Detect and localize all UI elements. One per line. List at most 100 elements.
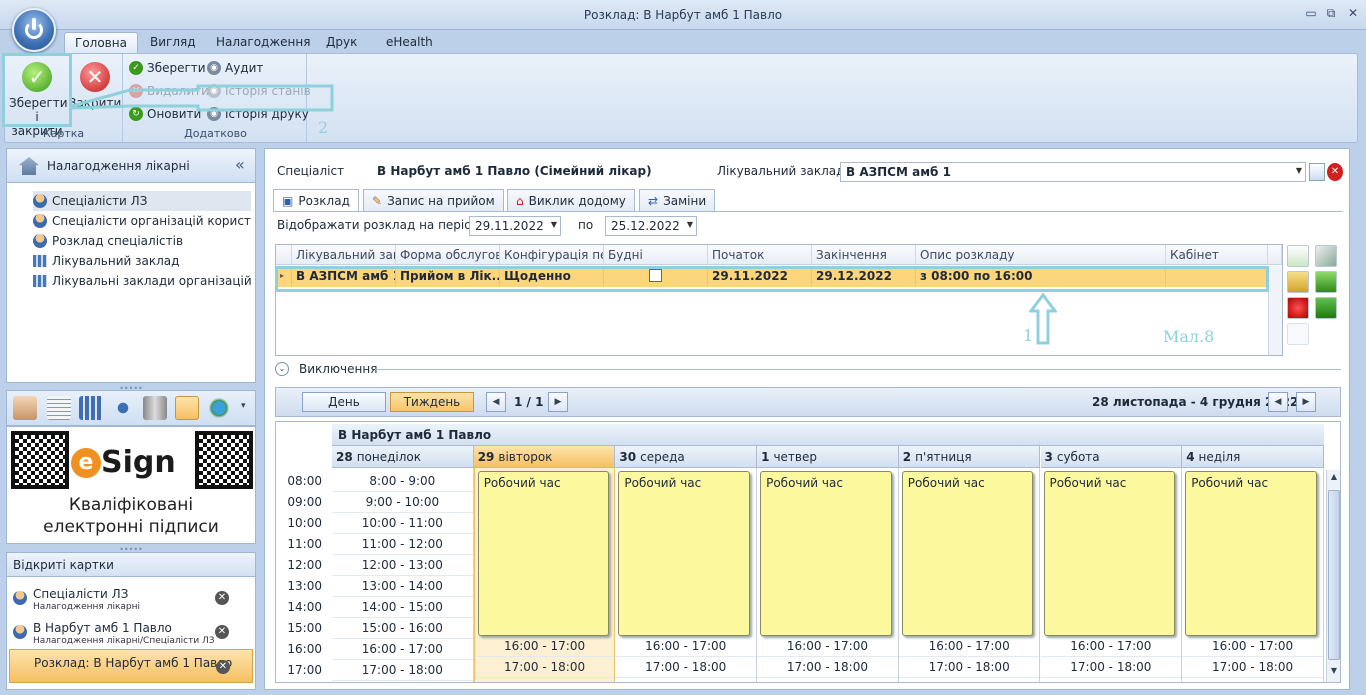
prev-week-button[interactable]: ◀ xyxy=(1268,392,1288,412)
day-column[interactable]: Робочий час 16:00 - 17:00 17:00 - 18:00 xyxy=(898,468,1041,682)
day-column[interactable]: Робочий час 16:00 - 17:00 17:00 - 18:00 xyxy=(757,468,899,682)
time-slot[interactable]: 17:00 - 18:00 xyxy=(1182,657,1323,678)
date-to-picker[interactable]: 25.12.2022 ▼ xyxy=(605,216,697,236)
scroll-down-icon[interactable]: ▼ xyxy=(1328,666,1340,680)
day-column[interactable]: Робочий час 16:00 - 17:00 17:00 - 18:00 xyxy=(473,468,616,682)
collapse-button[interactable]: « xyxy=(235,155,245,174)
col-facility[interactable]: Лікувальний закл xyxy=(292,245,396,265)
tools-icon[interactable] xyxy=(1315,245,1337,267)
time-slot[interactable]: 11:00 - 12:00 xyxy=(332,534,473,555)
day-column[interactable]: Робочий час 16:00 - 17:00 17:00 - 18:00 xyxy=(615,468,758,682)
working-time-block[interactable]: Робочий час xyxy=(760,471,892,636)
books-icon[interactable] xyxy=(143,396,167,420)
prev-page-button[interactable]: ◀ xyxy=(486,392,506,412)
expand-icon[interactable]: ⌄ xyxy=(275,362,289,376)
col-room[interactable]: Кабінет xyxy=(1166,245,1268,265)
working-time-block[interactable]: Робочий час xyxy=(1185,471,1317,636)
day-column[interactable]: Робочий час 16:00 - 17:00 17:00 - 18:00 xyxy=(1040,468,1183,682)
day-header[interactable]: 28 понеділок xyxy=(332,446,474,468)
time-slot[interactable]: 16:00 - 17:00 xyxy=(1182,636,1323,657)
tab-settings[interactable]: Налагодження xyxy=(206,32,320,54)
day-header[interactable]: 4 неділя xyxy=(1182,446,1324,468)
tab-home[interactable]: Головна xyxy=(64,32,138,54)
facility-combo[interactable]: В АЗПСМ амб 1 ▼ xyxy=(840,162,1306,182)
col-description[interactable]: Опис розкладу xyxy=(916,245,1166,265)
day-column[interactable]: 8:00 - 9:00 9:00 - 10:00 10:00 - 11:00 11:0… xyxy=(332,468,474,682)
col-config[interactable]: Конфігурація пер xyxy=(500,245,604,265)
open-facility-icon[interactable] xyxy=(1309,163,1325,181)
flag-icon[interactable] xyxy=(1315,297,1337,319)
open-card-active[interactable]: Розклад: В Нарбут амб 1 Павло ✕ xyxy=(9,649,253,683)
audit-button[interactable]: ◉ Аудит xyxy=(207,58,263,78)
globe-icon[interactable] xyxy=(207,396,231,420)
time-slot[interactable]: 17:00 - 18:00 xyxy=(615,657,757,678)
nav-item-org-specialists[interactable]: Спеціалісти організацій користувач xyxy=(33,211,251,231)
scroll-thumb[interactable] xyxy=(1328,490,1340,660)
next-page-button[interactable]: ▶ xyxy=(548,392,568,412)
working-time-block[interactable]: Робочий час xyxy=(618,471,751,636)
date-from-picker[interactable]: 29.11.2022 ▼ xyxy=(469,216,561,236)
next-week-button[interactable]: ▶ xyxy=(1296,392,1316,412)
time-slot[interactable]: 17:00 - 18:00 xyxy=(474,657,615,678)
nav-item-org-facilities[interactable]: Лікувальні заклади організацій кор xyxy=(33,271,251,291)
exclusions-section[interactable]: ⌄ Виключення xyxy=(275,361,1341,379)
time-slot[interactable]: 14:00 - 15:00 xyxy=(332,597,473,618)
col-form[interactable]: Форма обслугову xyxy=(396,245,500,265)
app-menu-button[interactable] xyxy=(12,8,56,52)
document-icon[interactable] xyxy=(1287,323,1309,345)
day-header[interactable]: 1 четвер xyxy=(757,446,899,468)
tab-home-visit[interactable]: ⌂ Виклик додому xyxy=(507,189,635,211)
delete-row-icon[interactable] xyxy=(1287,297,1309,319)
time-slot[interactable]: 9:00 - 10:00 xyxy=(332,492,473,513)
copy-icon[interactable] xyxy=(1287,271,1309,293)
time-slot[interactable]: 12:00 - 13:00 xyxy=(332,555,473,576)
day-view-button[interactable]: День xyxy=(302,392,386,412)
time-slot[interactable]: 8:00 - 9:00 xyxy=(332,471,473,492)
col-end[interactable]: Закінчення xyxy=(812,245,916,265)
scroll-up-icon[interactable]: ▲ xyxy=(1328,472,1340,486)
time-slot[interactable]: 15:00 - 16:00 xyxy=(332,618,473,639)
grid-icon[interactable] xyxy=(79,396,103,420)
tab-schedule[interactable]: ▣ Розклад xyxy=(273,189,359,212)
time-slot[interactable]: 16:00 - 17:00 xyxy=(898,636,1040,657)
time-slot[interactable]: 10:00 - 11:00 xyxy=(332,513,473,534)
time-slot[interactable]: 16:00 - 17:00 xyxy=(474,636,615,657)
nav-item-schedule[interactable]: Розклад спеціалістів xyxy=(33,231,251,251)
working-time-block[interactable]: Робочий час xyxy=(901,471,1034,636)
time-slot[interactable]: 17:00 - 18:00 xyxy=(1040,657,1182,678)
splitter[interactable]: ••••• xyxy=(6,545,256,554)
day-column[interactable]: Робочий час 16:00 - 17:00 17:00 - 18:00 xyxy=(1182,468,1324,682)
time-slot[interactable]: 16:00 - 17:00 xyxy=(332,639,473,660)
more-icon[interactable]: ▾ xyxy=(241,401,246,411)
minimize-button[interactable]: ▭ xyxy=(1302,6,1320,22)
medical-icon[interactable] xyxy=(111,396,135,420)
save-button[interactable]: ✓ Зберегти xyxy=(129,58,206,78)
col-weekdays[interactable]: Будні xyxy=(604,245,708,265)
esign-banner[interactable]: e Sign Кваліфіковані електронні підписи xyxy=(6,426,256,544)
working-time-block[interactable]: Робочий час xyxy=(1043,471,1176,636)
clear-facility-icon[interactable]: ✕ xyxy=(1327,163,1343,181)
week-view-button[interactable]: Тиждень xyxy=(390,392,474,412)
time-slot[interactable]: 17:00 - 18:00 xyxy=(332,660,473,681)
day-header[interactable]: 29 вівторок xyxy=(473,446,616,468)
document-icon[interactable] xyxy=(47,396,71,420)
add-icon[interactable] xyxy=(1287,245,1309,267)
working-time-block[interactable]: Робочий час xyxy=(477,471,610,636)
time-slot[interactable]: 16:00 - 17:00 xyxy=(615,636,757,657)
grid-scrollbar[interactable] xyxy=(1268,266,1282,355)
tab-appointment[interactable]: ✎ Запис на прийом xyxy=(363,189,504,211)
settings-home-icon[interactable] xyxy=(175,396,199,420)
day-header[interactable]: 30 середа xyxy=(615,446,758,468)
calendar-icon[interactable] xyxy=(13,396,37,420)
nav-item-facility[interactable]: Лікувальний заклад xyxy=(33,251,251,271)
close-card-icon[interactable]: ✕ xyxy=(216,660,230,674)
tab-replacements[interactable]: ⇄ Заміни xyxy=(639,189,716,211)
restore-button[interactable]: ⧉ xyxy=(1322,6,1340,22)
time-slot[interactable]: 17:00 - 18:00 xyxy=(898,657,1040,678)
tab-ehealth[interactable]: eHealth xyxy=(376,32,443,54)
time-slot[interactable]: 13:00 - 14:00 xyxy=(332,576,473,597)
time-slot[interactable]: 16:00 - 17:00 xyxy=(757,636,898,657)
open-card[interactable]: Спеціалісти ЛЗ Налагодження лікарні ✕ xyxy=(9,583,253,617)
close-card-icon[interactable]: ✕ xyxy=(215,591,229,605)
nav-item-specialists[interactable]: Спеціалісти ЛЗ xyxy=(33,191,251,211)
